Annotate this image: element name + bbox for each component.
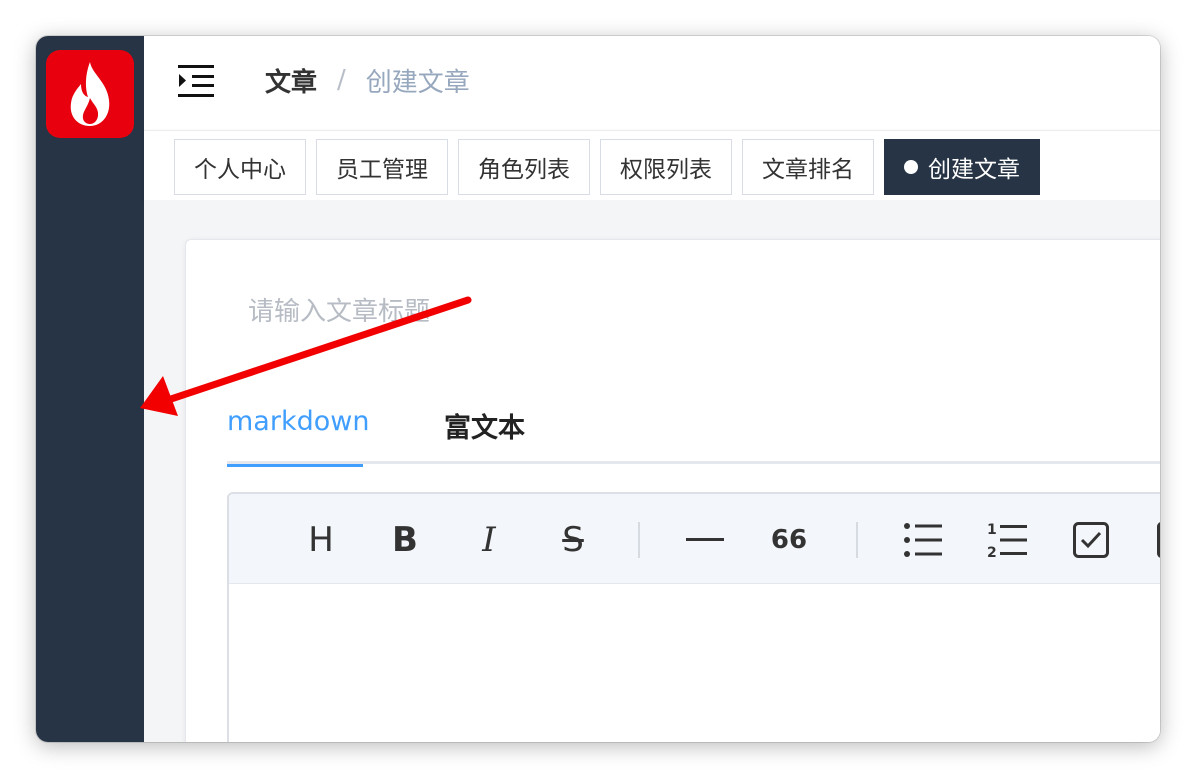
quote-icon: 66 [770,525,808,555]
flame-icon [70,62,110,126]
horizontal-rule-button[interactable] [681,516,729,564]
main-area: 文章 / 创建文章 个人中心 员工管理 角色列表 权限列表 文章排名 创建文章 … [144,36,1160,742]
navbar: 文章 / 创建文章 [144,36,1160,130]
tag-role-list[interactable]: 角色列表 [458,139,590,195]
tags-view: 个人中心 员工管理 角色列表 权限列表 文章排名 创建文章 [144,130,1160,200]
heading-icon: H [308,520,334,560]
tag-label: 权限列表 [620,157,712,183]
horizontal-rule-icon [686,538,724,541]
numbered-list-button[interactable]: 1 2 [983,516,1031,564]
tag-label: 个人中心 [194,157,286,183]
strikethrough-icon: S [562,520,584,560]
editor-toolbar: H B I S 66 1 2 [229,494,1160,584]
tag-permission-list[interactable]: 权限列表 [600,139,732,195]
tag-label: 员工管理 [336,157,428,183]
sidebar [36,36,144,742]
tag-label: 创建文章 [928,157,1020,183]
svg-text:1: 1 [987,522,997,538]
bold-button[interactable]: B [381,516,429,564]
breadcrumb-current: 创建文章 [365,67,470,98]
sidebar-toggle-button[interactable] [178,64,216,98]
app-window: 文章 / 创建文章 个人中心 员工管理 角色列表 权限列表 文章排名 创建文章 … [36,36,1160,742]
italic-icon: I [482,520,496,560]
task-list-button[interactable] [1067,516,1115,564]
tag-staff-management[interactable]: 员工管理 [316,139,448,195]
tag-label: 角色列表 [478,157,570,183]
table-icon [1157,522,1160,558]
tag-create-article[interactable]: 创建文章 [884,139,1040,195]
tag-article-ranking[interactable]: 文章排名 [742,139,874,195]
quote-button[interactable]: 66 [765,516,813,564]
toolbar-divider [638,522,640,558]
content-area: markdown 富文本 H B I [144,200,1160,742]
toolbar-divider [856,522,858,558]
strikethrough-button[interactable]: S [549,516,597,564]
breadcrumb: 文章 / 创建文章 [265,60,470,100]
editor-text-area[interactable] [229,584,1160,742]
active-dot-icon [904,160,918,174]
tag-personal-center[interactable]: 个人中心 [174,139,306,195]
editor-tabs: markdown 富文本 [227,400,1160,467]
heading-button[interactable]: H [297,516,345,564]
tab-rich-text[interactable]: 富文本 [444,406,525,464]
app-logo[interactable] [46,50,134,138]
bullet-list-button[interactable] [899,516,947,564]
breadcrumb-root[interactable]: 文章 [265,62,317,99]
italic-button[interactable]: I [465,516,513,564]
task-list-icon [1073,522,1109,558]
tag-label: 文章排名 [762,157,854,183]
markdown-editor: H B I S 66 1 2 [227,492,1160,742]
tab-markdown[interactable]: markdown [227,406,369,467]
table-button[interactable] [1151,516,1160,564]
indent-menu-icon [178,65,214,97]
bold-icon: B [392,520,418,560]
svg-text:2: 2 [987,545,997,559]
article-title-input[interactable] [248,290,948,334]
numbered-list-icon: 1 2 [987,522,1027,559]
bullet-list-icon [904,523,942,557]
breadcrumb-separator: / [337,65,346,95]
article-editor-card: markdown 富文本 H B I [185,239,1160,742]
